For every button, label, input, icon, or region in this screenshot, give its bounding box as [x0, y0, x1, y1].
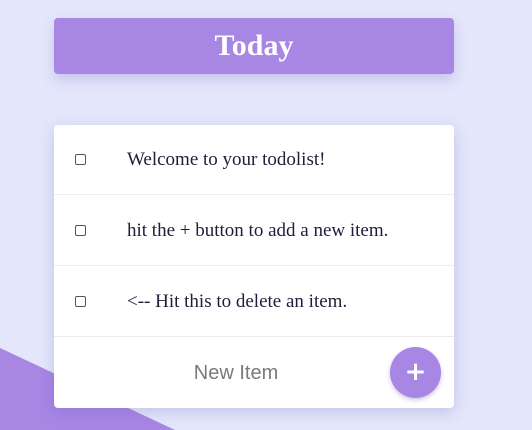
list-item: hit the + button to add a new item. — [54, 196, 454, 266]
todo-card: Welcome to your todolist! hit the + butt… — [54, 125, 454, 408]
list-item: <-- Hit this to delete an item. — [54, 267, 454, 337]
item-checkbox[interactable] — [75, 296, 86, 307]
item-checkbox[interactable] — [75, 154, 86, 165]
item-text: Welcome to your todolist! — [127, 149, 326, 170]
item-text: hit the + button to add a new item. — [127, 220, 389, 241]
list-item: Welcome to your todolist! — [54, 125, 454, 195]
heading-box: Today — [54, 18, 454, 74]
add-item-button[interactable]: + — [390, 347, 441, 398]
page-title: Today — [214, 29, 294, 62]
new-item-input[interactable] — [74, 356, 398, 390]
item-text: <-- Hit this to delete an item. — [127, 291, 348, 312]
item-checkbox[interactable] — [75, 225, 86, 236]
new-item-row: + — [54, 338, 454, 408]
plus-icon: + — [404, 357, 427, 387]
